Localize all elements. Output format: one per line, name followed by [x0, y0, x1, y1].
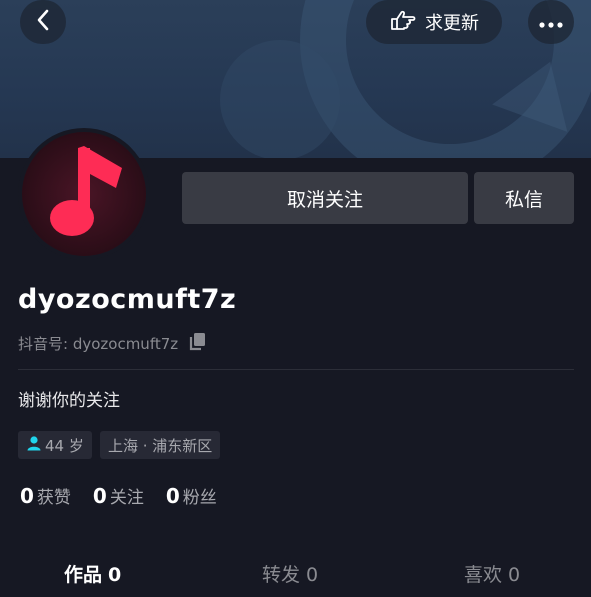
tab-reposts[interactable]: 转发 0 — [262, 560, 318, 587]
request-update-button[interactable]: 求更新 — [366, 0, 502, 44]
stat-following-value: 0 — [92, 484, 107, 508]
tab-reposts-count: 0 — [306, 564, 319, 586]
stat-likes[interactable]: 0 获赞 — [20, 483, 71, 508]
douyin-id-text: 抖音号: dyozocmuft7z — [18, 334, 179, 353]
stat-followers[interactable]: 0 粉丝 — [166, 483, 217, 508]
avatar[interactable] — [18, 128, 150, 260]
tab-likes-count: 0 — [508, 564, 521, 586]
stat-followers-label: 粉丝 — [182, 488, 217, 508]
age-text: 44 岁 — [45, 436, 84, 455]
age-tag: 44 岁 — [18, 431, 92, 459]
request-update-label: 求更新 — [425, 13, 479, 34]
unfollow-button[interactable]: 取消关注 — [182, 172, 468, 224]
pointing-hand-icon — [389, 7, 417, 38]
stats-row: 0 获赞 0 关注 0 粉丝 — [20, 483, 217, 508]
tab-reposts-label: 转发 — [262, 564, 301, 586]
chevron-left-icon — [36, 9, 50, 35]
location-tag: 上海 · 浦东新区 — [100, 431, 221, 459]
tab-works[interactable]: 作品 0 — [64, 560, 121, 587]
stat-following[interactable]: 0 关注 — [93, 483, 144, 508]
divider — [18, 369, 574, 370]
banner-decoration — [220, 40, 340, 158]
tab-likes[interactable]: 喜欢 0 — [464, 560, 520, 587]
more-button[interactable] — [528, 0, 574, 44]
music-note-icon — [44, 144, 124, 244]
back-button[interactable] — [20, 0, 66, 44]
stat-followers-value: 0 — [165, 484, 180, 508]
tab-likes-label: 喜欢 — [464, 564, 503, 586]
stat-likes-value: 0 — [20, 484, 34, 508]
avatar-image — [22, 132, 146, 256]
more-dots-icon — [539, 13, 563, 32]
stat-following-label: 关注 — [109, 488, 144, 508]
tab-works-label: 作品 — [64, 564, 103, 586]
copy-icon[interactable] — [188, 331, 208, 355]
bio: 谢谢你的关注 — [18, 391, 120, 411]
person-icon — [26, 435, 42, 455]
message-button[interactable]: 私信 — [474, 172, 574, 224]
username: dyozocmuft7z — [18, 284, 237, 315]
douyin-id: 抖音号: dyozocmuft7z — [18, 331, 208, 355]
stat-likes-label: 获赞 — [36, 488, 71, 508]
tab-works-count: 0 — [108, 564, 122, 586]
